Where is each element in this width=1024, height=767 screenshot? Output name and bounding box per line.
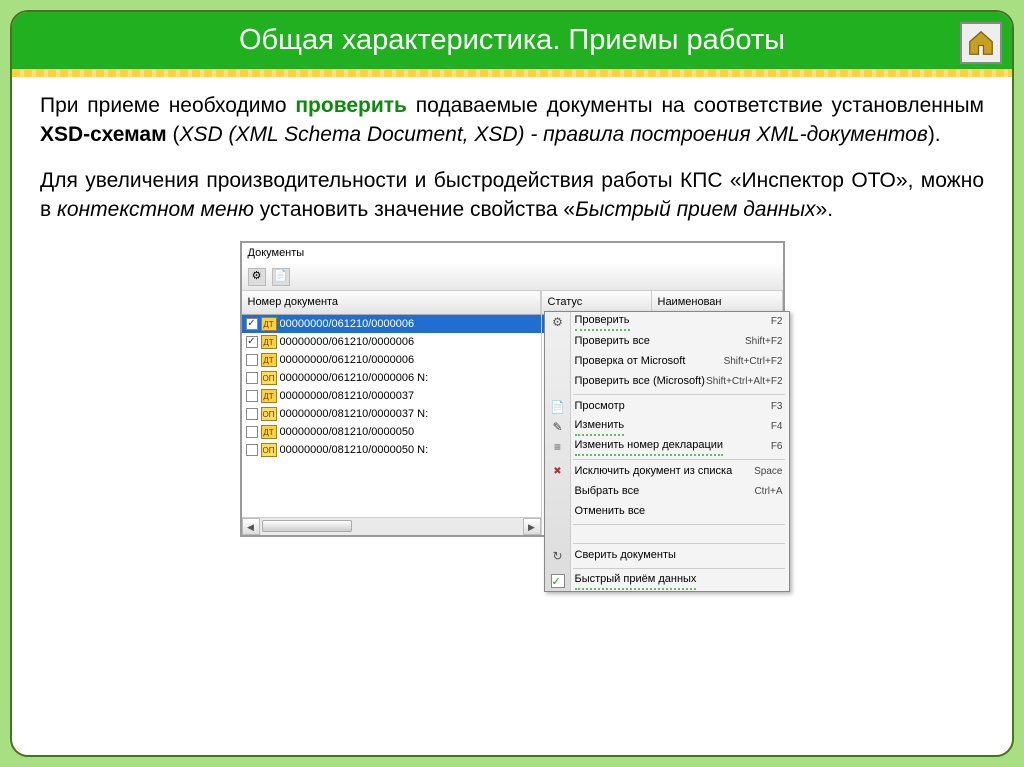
doc-type-icon: ДТ [261,335,277,349]
menu-item[interactable]: Отменить все [545,502,789,522]
menu-shortcut: Shift+F2 [745,335,783,349]
menu-shortcut: Shift+Ctrl+F2 [724,355,783,369]
table-row[interactable]: ✓ДТ00000000/061210/0000006 [242,315,541,333]
menu-shortcut: F4 [771,420,783,434]
paragraph-1: При приеме необходимо проверить подаваем… [40,91,984,150]
table-row[interactable]: ✓ДТ00000000/061210/0000006 [242,333,541,351]
menu-item[interactable]: Исключить документ из списка Space [545,462,789,482]
toolbar: ⚙ 📄 [242,264,783,291]
doc-type-icon: ДТ [261,317,277,331]
home-button[interactable] [960,22,1002,64]
doc-icon[interactable]: 📄 [272,268,290,286]
doc-type-icon: ОП [261,407,277,421]
menu-item-label: Проверить [575,313,630,330]
decor-strip [12,69,1012,77]
menu-item[interactable]: Проверка от Microsoft Shift+Ctrl+F2 [545,352,789,372]
doc-number: 00000000/061210/0000006 N: [280,371,429,386]
paragraph-2: Для увеличения производительности и быст… [40,166,984,225]
menu-item[interactable]: Изменить номер декларации F6 [545,437,789,457]
context-menu: Проверить F2 Проверить все Shift+F2 Проверка… [544,311,790,592]
col-number[interactable]: Номер документа [242,291,541,314]
doc-number: 00000000/061210/0000006 [280,335,415,350]
menu-shortcut: F6 [771,440,783,454]
menu-item-label: Отменить все [575,504,646,519]
menu-shortcut: Shift+Ctrl+Alt+F2 [706,375,782,389]
menu-item[interactable]: Выбрать все Ctrl+A [545,482,789,502]
doc-number: 00000000/081210/0000050 N: [280,443,429,458]
app-screenshot: Документы ⚙ 📄 Номер документа ✓ДТ0000000… [240,241,785,538]
menu-item[interactable]: Проверить все (Microsoft)Shift+Ctrl+Alt+… [545,372,789,392]
menu-shortcut: F2 [771,315,783,329]
num-icon [549,438,567,456]
menu-shortcut: Space [754,465,782,479]
panel-title: Документы [242,243,783,264]
edit-icon [549,418,567,436]
menu-item-label: Просмотр [575,399,625,414]
menu-item[interactable]: Проверить F2 [545,312,789,332]
row-checkbox[interactable] [246,444,258,456]
menu-item[interactable]: Проверить все Shift+F2 [545,332,789,352]
table-row[interactable]: ДТ00000000/061210/0000006 [242,351,541,369]
menu-item-label: Проверить все (Microsoft) [575,374,705,389]
row-checkbox[interactable] [246,390,258,402]
table-row[interactable]: ОП00000000/081210/0000050 N: [242,441,541,459]
scrollbar-horizontal[interactable]: ◀▶ [242,517,541,535]
doc-number: 00000000/081210/0000050 [280,425,415,440]
row-checkbox[interactable] [246,426,258,438]
doc-type-icon: ДТ [261,389,277,403]
gear-icon [549,313,567,331]
menu-item-label: Изменить [575,418,625,435]
doc-number: 00000000/081210/0000037 N: [280,407,429,422]
menu-shortcut: F3 [771,400,783,414]
row-checkbox[interactable]: ✓ [246,318,258,330]
row-checkbox[interactable] [246,354,258,366]
doc-icon [549,398,567,416]
doc-number: 00000000/061210/0000006 [280,353,415,368]
doc-type-icon: ДТ [261,353,277,367]
row-checkbox[interactable] [246,408,258,420]
menu-item[interactable]: Сверить документы [545,546,789,566]
doc-type-icon: ОП [261,371,277,385]
gear-icon[interactable]: ⚙ [248,268,266,286]
table-row[interactable]: ОП00000000/081210/0000037 N: [242,405,541,423]
menu-item-label: Исключить документ из списка [575,464,733,479]
doc-type-icon: ДТ [261,425,277,439]
menu-item-label: Сверить документы [575,548,676,563]
reload-icon [549,547,567,565]
table-row[interactable]: ДТ00000000/081210/0000050 [242,423,541,441]
doc-type-icon: ОП [261,443,277,457]
menu-item-label: Выбрать все [575,484,640,499]
menu-shortcut: Ctrl+A [754,485,782,499]
doc-number: 00000000/081210/0000037 [280,389,415,404]
menu-item-label: Проверка от Microsoft [575,354,686,369]
doc-number: 00000000/061210/0000006 [280,317,415,332]
row-checkbox[interactable]: ✓ [246,336,258,348]
check-icon [549,572,567,590]
table-row[interactable]: ОП00000000/061210/0000006 N: [242,369,541,387]
table-row[interactable]: ДТ00000000/081210/0000037 [242,387,541,405]
menu-item[interactable]: Изменить F4 [545,417,789,437]
row-checkbox[interactable] [246,372,258,384]
menu-item[interactable]: Быстрый приём данных [545,571,789,591]
slide-title: Общая характеристика. Приемы работы [12,12,1012,69]
menu-item-label: Быстрый приём данных [575,572,697,589]
excl-icon [549,463,567,481]
menu-item-label: Изменить номер декларации [575,438,724,455]
menu-item[interactable]: Просмотр F3 [545,397,789,417]
menu-item-label: Проверить все [575,334,650,349]
